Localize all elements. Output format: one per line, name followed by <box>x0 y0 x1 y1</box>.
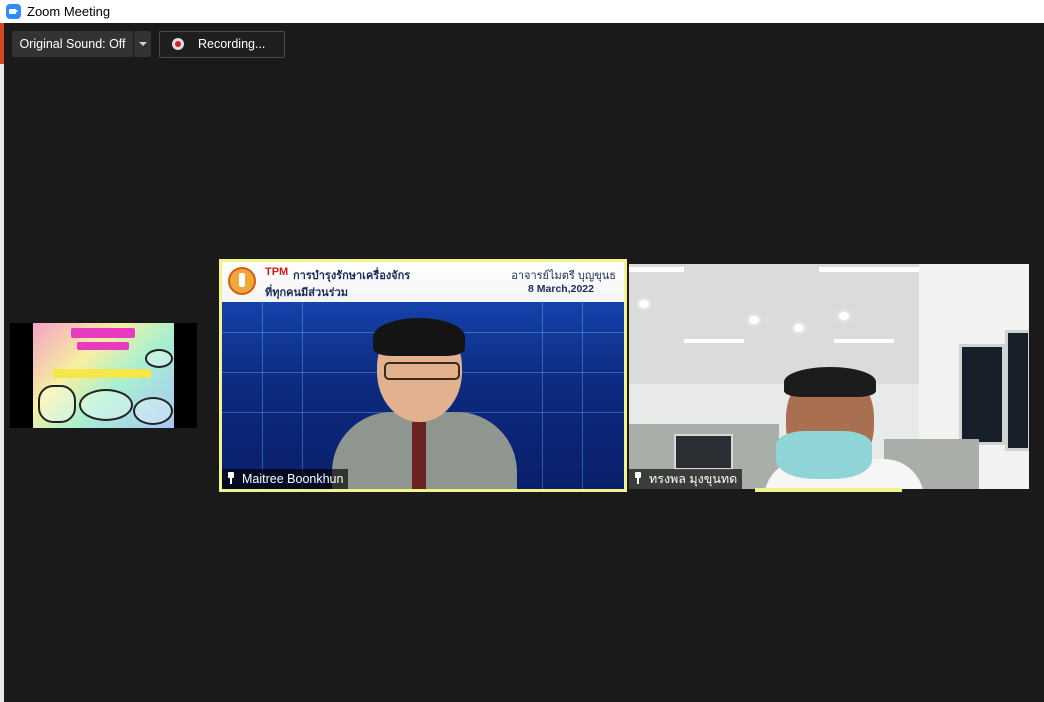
active-speaker-indicator <box>755 488 902 492</box>
window-title: Zoom Meeting <box>27 4 111 19</box>
speaker-avatar <box>322 318 522 489</box>
recording-label: Recording... <box>198 37 266 51</box>
original-sound-dropdown[interactable] <box>134 31 151 57</box>
participant-name: ทรงพล มุงขุนทด <box>649 472 738 486</box>
participant-name: Maitree Boonkhun <box>242 472 344 486</box>
slide-instructor: อาจารย์ไมตรี บุญขุนธ <box>511 270 616 282</box>
slide-subtitle: ที่ทุกคนมีส่วนร่วม <box>265 287 349 299</box>
shared-poster-image <box>33 323 174 428</box>
recording-indicator-button[interactable]: Recording... <box>159 31 285 58</box>
pin-icon <box>633 472 643 484</box>
tpm-logo-icon <box>228 267 256 295</box>
zoom-app-icon <box>6 4 21 19</box>
slide-title: การบำรุงรักษาเครื่องจักร <box>293 270 411 282</box>
participant-name-tag: ทรงพล มุงขุนทด <box>629 469 743 489</box>
left-edge <box>0 23 4 702</box>
face-mask <box>776 431 872 479</box>
record-icon <box>172 38 184 50</box>
slide-header: TPM การบำรุงรักษาเครื่องจักร ที่ทุกคนมีส… <box>222 262 624 302</box>
participant-video-right[interactable]: ทรงพล มุงขุนทด <box>629 264 1029 489</box>
participant-name-tag: Maitree Boonkhun <box>222 469 349 489</box>
participant-video-main[interactable]: TPM การบำรุงรักษาเครื่องจักร ที่ทุกคนมีส… <box>219 259 627 492</box>
chevron-down-icon <box>139 42 147 46</box>
original-sound-button[interactable]: Original Sound: Off <box>12 31 133 57</box>
pin-icon <box>226 472 236 484</box>
slide-date: 8 March,2022 <box>528 283 594 295</box>
slide-tpm: TPM <box>265 266 289 278</box>
participant-avatar <box>764 367 924 489</box>
participant-video-left[interactable] <box>10 323 197 428</box>
title-bar: Zoom Meeting <box>0 0 1044 23</box>
